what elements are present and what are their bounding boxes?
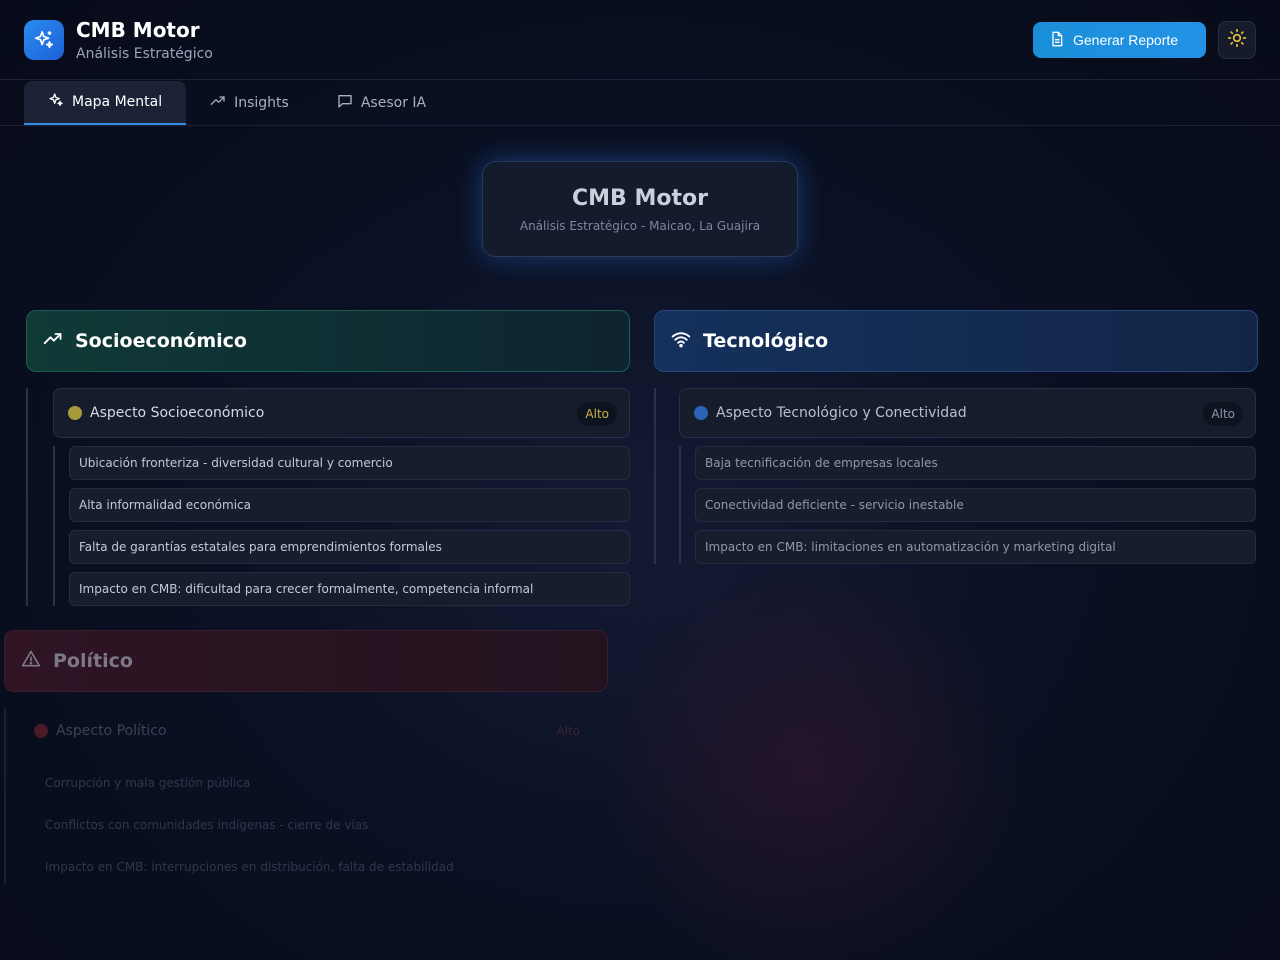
branch-line bbox=[26, 388, 28, 606]
app-subtitle: Análisis Estratégico bbox=[76, 46, 213, 62]
category-title: Socioeconómico bbox=[75, 330, 247, 352]
category-title: Político bbox=[53, 650, 133, 672]
tab-label: Mapa Mental bbox=[72, 94, 163, 110]
central-node-subtitle: Análisis Estratégico - Maicao, La Guajir… bbox=[519, 219, 761, 233]
sun-icon bbox=[1227, 28, 1247, 52]
background-glow bbox=[600, 560, 1020, 960]
category-tecnologico[interactable]: Tecnológico bbox=[654, 310, 1258, 372]
list-item: Alta informalidad económica bbox=[69, 488, 630, 522]
central-node[interactable]: CMB Motor Análisis Estratégico - Maicao,… bbox=[482, 161, 798, 257]
list-item: Ubicación fronteriza - diversidad cultur… bbox=[69, 446, 630, 480]
aspect-node[interactable]: Aspecto Tecnológico y Conectividad Alto bbox=[679, 388, 1256, 438]
branch-line bbox=[4, 708, 6, 884]
tab-mapa-mental[interactable]: Mapa Mental bbox=[24, 81, 187, 125]
level-badge: Alto bbox=[556, 724, 580, 738]
branch-line bbox=[679, 446, 681, 564]
level-badge: Alto bbox=[577, 402, 617, 426]
tab-label: Asesor IA bbox=[360, 95, 427, 111]
chat-icon bbox=[337, 93, 353, 113]
central-node-title: CMB Motor bbox=[572, 186, 708, 211]
aspect-node[interactable]: Aspecto Político Alto bbox=[20, 706, 600, 756]
list-item: Falta de garantías estatales para empren… bbox=[69, 530, 630, 564]
list-item: Baja tecnificación de empresas locales bbox=[695, 446, 1256, 480]
status-dot bbox=[694, 406, 708, 420]
list-item: Corrupción y mala gestión pública bbox=[45, 776, 251, 790]
generate-report-label: Generar Reporte bbox=[1073, 32, 1179, 48]
tab-insights[interactable]: Insights bbox=[186, 81, 313, 125]
sparkles-icon bbox=[48, 92, 64, 112]
wifi-icon bbox=[671, 329, 691, 354]
branch-line bbox=[53, 446, 55, 606]
theme-toggle-button[interactable] bbox=[1218, 21, 1256, 59]
trending-up-icon bbox=[43, 329, 63, 354]
generate-report-button[interactable]: Generar Reporte bbox=[1033, 22, 1206, 58]
aspect-title: Aspecto Tecnológico y Conectividad bbox=[716, 405, 967, 421]
list-item: Impacto en CMB: limitaciones en automati… bbox=[695, 530, 1256, 564]
level-badge: Alto bbox=[1203, 402, 1243, 426]
category-politico[interactable]: Político bbox=[4, 630, 608, 692]
document-icon bbox=[1049, 31, 1065, 50]
list-item: Conectividad deficiente - servicio inest… bbox=[695, 488, 1256, 522]
tab-divider bbox=[0, 125, 1280, 126]
status-dot bbox=[34, 724, 48, 738]
app-title: CMB Motor bbox=[76, 18, 200, 42]
aspect-title: Aspecto Socioeconómico bbox=[90, 405, 265, 421]
category-title: Tecnológico bbox=[703, 330, 829, 352]
category-socioeconomico[interactable]: Socioeconómico bbox=[26, 310, 630, 372]
aspect-title: Aspecto Político bbox=[56, 723, 167, 739]
sparkles-logo-icon bbox=[24, 20, 64, 60]
warning-icon bbox=[21, 649, 41, 674]
aspect-node[interactable]: Aspecto Socioeconómico Alto bbox=[53, 388, 630, 438]
list-item: Impacto en CMB: dificultad para crecer f… bbox=[69, 572, 630, 606]
list-item: Conflictos con comunidades indígenas - c… bbox=[45, 818, 369, 832]
status-dot bbox=[68, 406, 82, 420]
tab-bar: Mapa Mental Insights Asesor IA bbox=[24, 81, 450, 125]
branch-line bbox=[654, 388, 656, 564]
trending-up-icon bbox=[210, 93, 226, 113]
app-header: CMB Motor Análisis Estratégico Generar R… bbox=[0, 0, 1280, 80]
tab-asesor-ia[interactable]: Asesor IA bbox=[313, 81, 450, 125]
list-item: Impacto en CMB: interrupciones en distri… bbox=[45, 860, 454, 874]
tab-label: Insights bbox=[234, 95, 289, 111]
